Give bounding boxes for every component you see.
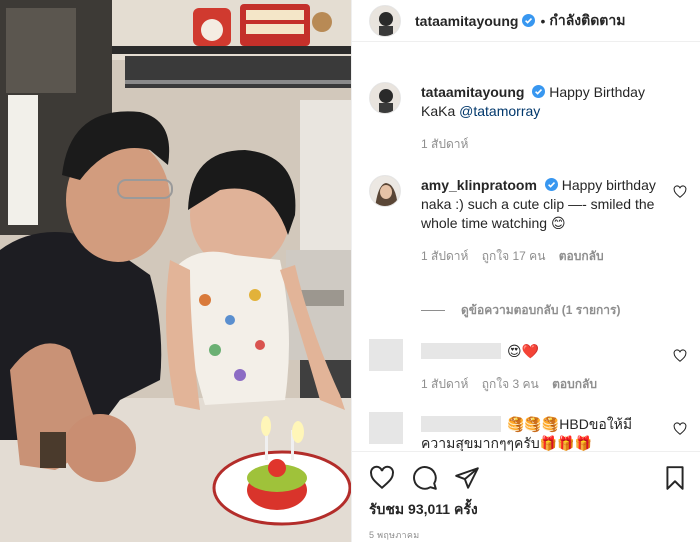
post-photo[interactable] — [0, 0, 351, 542]
post-date[interactable]: 5 พฤษภาคม — [369, 528, 419, 542]
commenter-avatar[interactable] — [369, 175, 401, 207]
comment-meta: 1 สัปดาห์ ถูกใจ 17 คน ตอบกลับ — [421, 247, 665, 266]
action-bar: รับชม 93,011 ครั้ง 5 พฤษภาคม — [352, 451, 700, 542]
hidden-avatar — [369, 412, 403, 444]
avatar-image — [370, 176, 400, 206]
verified-badge-icon — [522, 14, 536, 27]
comment-meta: 1 สัปดาห์ ถูกใจ 3 คน ตอบกลับ — [421, 375, 665, 394]
following-button[interactable]: กำลังติดตาม — [549, 10, 625, 32]
post-header: tataamitayoung • กำลังติดตาม — [352, 0, 700, 42]
view-replies-label: ดูข้อความตอบกลับ (1 รายการ) — [461, 303, 621, 317]
comment-like-heart-icon[interactable] — [673, 185, 687, 199]
heart-outline-icon[interactable] — [369, 465, 395, 491]
verified-badge-icon — [532, 85, 546, 98]
caption-mention[interactable]: @tatamorray — [459, 103, 540, 119]
caption-meta: 1 สัปดาห์ — [421, 135, 665, 154]
view-count[interactable]: รับชม 93,011 ครั้ง — [369, 499, 478, 521]
paper-plane-icon[interactable] — [454, 465, 480, 491]
comment-bubble-icon[interactable] — [412, 465, 438, 491]
caption-time[interactable]: 1 สัปดาห์ — [421, 137, 468, 151]
hidden-username — [421, 416, 501, 432]
reply-button[interactable]: ตอบกลับ — [559, 249, 604, 263]
author-username[interactable]: tataamitayoung — [415, 13, 518, 29]
avatar-image — [370, 83, 400, 113]
post-side-panel: tataamitayoung • กำลังติดตาม tataamitayo… — [351, 0, 700, 542]
separator-dot: • — [540, 12, 546, 29]
comment-like-heart-icon[interactable] — [673, 422, 687, 436]
comment-time[interactable]: 1 สัปดาห์ — [421, 377, 468, 391]
comment-row: 🥞🥞🥞HBDขอให้มีความสุขมากๆๆครับ🎁🎁🎁 — [369, 412, 687, 451]
caption-username[interactable]: tataamitayoung — [421, 84, 524, 100]
caption-row: tataamitayoung Happy Birthday KaKa @tata… — [369, 82, 687, 162]
comment-username[interactable]: amy_klinpratoom — [421, 177, 537, 193]
verified-badge-icon — [544, 178, 558, 191]
hidden-username — [421, 343, 501, 359]
comment-body: 😍❤️ 1 สัปดาห์ ถูกใจ 3 คน ตอบกลับ — [421, 342, 665, 394]
bookmark-icon[interactable] — [662, 465, 688, 491]
comment-row: 😍❤️ 1 สัปดาห์ ถูกใจ 3 คน ตอบกลับ — [369, 339, 687, 399]
replies-line — [421, 310, 445, 311]
comment-like-heart-icon[interactable] — [673, 349, 687, 363]
avatar-image — [370, 5, 400, 36]
view-replies-button[interactable]: ดูข้อความตอบกลับ (1 รายการ) — [421, 301, 620, 320]
caption-avatar[interactable] — [369, 82, 401, 114]
reply-button[interactable]: ตอบกลับ — [552, 377, 597, 391]
hidden-avatar — [369, 339, 403, 371]
comment-time[interactable]: 1 สัปดาห์ — [421, 249, 468, 263]
comment-likes[interactable]: ถูกใจ 17 คน — [482, 249, 546, 263]
caption-body: tataamitayoung Happy Birthday KaKa @tata… — [421, 83, 665, 154]
comments-list[interactable]: tataamitayoung Happy Birthday KaKa @tata… — [352, 43, 700, 451]
comment-body: 🥞🥞🥞HBDขอให้มีความสุขมากๆๆครับ🎁🎁🎁 — [421, 415, 665, 451]
birthday-kiss-illustration — [0, 0, 351, 542]
comment-likes[interactable]: ถูกใจ 3 คน — [482, 377, 539, 391]
comment-body: amy_klinpratoom Happy birthday naka :) s… — [421, 176, 665, 266]
author-avatar[interactable] — [369, 4, 401, 37]
comment-text: 😍❤️ — [507, 343, 540, 359]
